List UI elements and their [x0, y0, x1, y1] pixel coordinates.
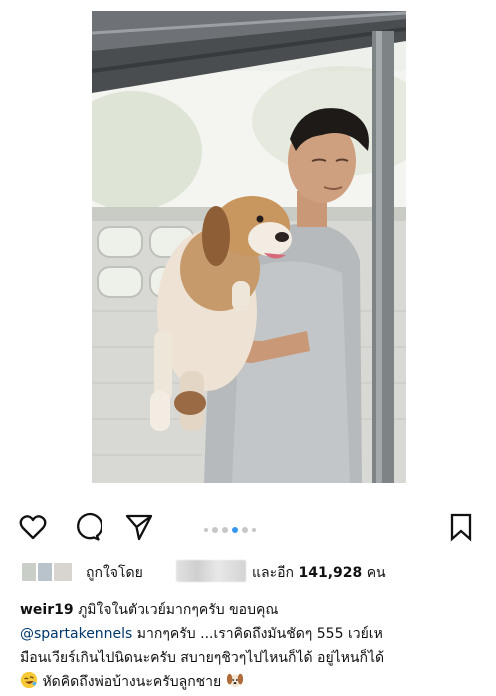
- caption-mention[interactable]: @spartakennels: [20, 626, 132, 642]
- post-action-bar: [0, 506, 496, 546]
- post-photo[interactable]: [92, 11, 406, 483]
- blurred-username[interactable]: [176, 560, 246, 582]
- avatar: [52, 561, 74, 583]
- liked-by-label: ถูกใจโดย: [86, 565, 143, 581]
- likes-unit: คน: [366, 565, 386, 581]
- carousel-dot: [204, 528, 208, 532]
- caption-text: มากๆครับ ...เราคิดถึงมันชัดๆ 555 เวย์เห: [132, 626, 383, 642]
- paper-plane-icon[interactable]: [124, 512, 154, 542]
- carousel-indicator: [204, 526, 256, 534]
- likes-others-prefix: และอีก: [252, 565, 295, 581]
- caption-text: ภูมิใจในตัวเวย์มากๆครับ ขอบคุณ: [78, 602, 279, 618]
- rolling-laughing-emoji-icon: [20, 671, 38, 689]
- heart-outline-icon[interactable]: [18, 512, 48, 542]
- carousel-dot: [222, 527, 228, 533]
- carousel-dot: [252, 528, 256, 532]
- post-caption: weir19 ภูมิใจในตัวเวย์มากๆครับ ขอบคุณ @s…: [20, 598, 490, 694]
- caption-line-4: หัดคิดถึงพ่อบ้างนะครับลูกชาย: [20, 670, 490, 694]
- likes-row: ถูกใจโดย และอีก 141,928 คน: [20, 558, 490, 586]
- comment-bubble-icon[interactable]: [72, 512, 102, 542]
- carousel-dot: [212, 527, 218, 533]
- caption-line-1: weir19 ภูมิใจในตัวเวย์มากๆครับ ขอบคุณ: [20, 598, 490, 622]
- photo-man-holding-beagle: [92, 11, 406, 483]
- carousel-dot-active: [232, 527, 238, 533]
- caption-username[interactable]: weir19: [20, 602, 74, 618]
- caption-text: หัดคิดถึงพ่อบ้างนะครับลูกชาย: [42, 674, 222, 690]
- caption-line-3: มือนเวียร์เกินไปนิดนะครับ สบายๆชิวๆไปไหน…: [20, 650, 385, 666]
- liker-avatars[interactable]: [20, 561, 78, 583]
- likes-count: 141,928: [298, 565, 363, 581]
- dog-face-emoji-icon: [226, 673, 243, 688]
- bookmark-icon[interactable]: [446, 512, 476, 542]
- carousel-dot: [242, 527, 248, 533]
- caption-line-2: @spartakennels มากๆครับ ...เราคิดถึงมันช…: [20, 622, 490, 646]
- likes-count-label[interactable]: และอีก 141,928 คน: [252, 562, 386, 584]
